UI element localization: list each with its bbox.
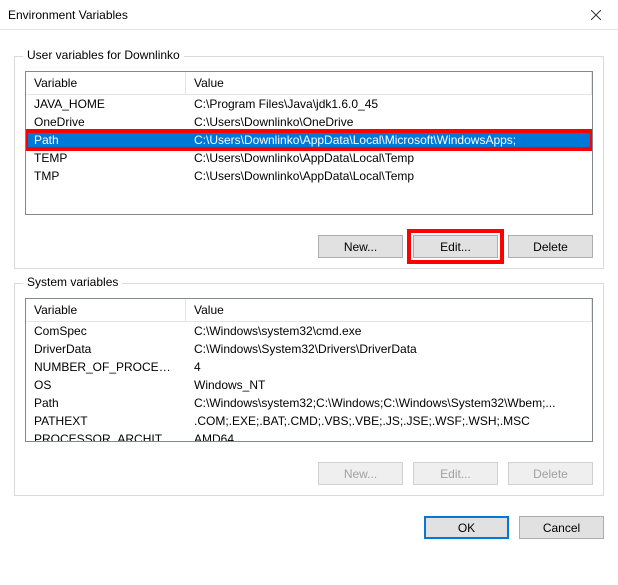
cell-value: Windows_NT [186,376,592,394]
cell-value: C:\Program Files\Java\jdk1.6.0_45 [186,95,592,113]
user-variables-group: User variables for Downlinko Variable Va… [14,56,604,269]
close-button[interactable] [573,0,618,30]
system-variables-list[interactable]: Variable Value ComSpec C:\Windows\system… [25,298,593,442]
list-header: Variable Value [26,299,592,322]
table-row[interactable]: TEMP C:\Users\Downlinko\AppData\Local\Te… [26,149,592,167]
cell-value: C:\Users\Downlinko\AppData\Local\Temp [186,149,592,167]
close-icon [591,10,601,20]
table-row[interactable]: TMP C:\Users\Downlinko\AppData\Local\Tem… [26,167,592,185]
cell-value: C:\Windows\system32\cmd.exe [186,322,592,340]
column-header-variable[interactable]: Variable [26,72,186,94]
system-delete-button[interactable]: Delete [508,462,593,485]
column-header-variable[interactable]: Variable [26,299,186,321]
cell-value: C:\Windows\System32\Drivers\DriverData [186,340,592,358]
user-variables-label: User variables for Downlinko [23,48,184,62]
cell-variable: PROCESSOR_ARCHITECTURE [26,430,186,442]
cell-variable: TEMP [26,149,186,167]
cancel-button[interactable]: Cancel [519,516,604,539]
cell-variable: NUMBER_OF_PROCESSORS [26,358,186,376]
system-variables-group: System variables Variable Value ComSpec … [14,283,604,496]
table-row[interactable]: Path C:\Windows\system32;C:\Windows;C:\W… [26,394,592,412]
system-button-row: New... Edit... Delete [25,462,593,485]
cell-variable: OS [26,376,186,394]
column-header-value[interactable]: Value [186,72,592,94]
window-title: Environment Variables [8,8,128,22]
table-row[interactable]: PROCESSOR_ARCHITECTURE AMD64 [26,430,592,442]
system-edit-button[interactable]: Edit... [413,462,498,485]
table-row[interactable]: ComSpec C:\Windows\system32\cmd.exe [26,322,592,340]
cell-variable: DriverData [26,340,186,358]
user-edit-button[interactable]: Edit... [413,235,498,258]
ok-button[interactable]: OK [424,516,509,539]
cell-variable: Path [26,394,186,412]
user-button-row: New... Edit... Delete [25,235,593,258]
cell-value: AMD64 [186,430,592,442]
user-variables-list[interactable]: Variable Value JAVA_HOME C:\Program File… [25,71,593,215]
cell-value: C:\Users\Downlinko\AppData\Local\Temp [186,167,592,185]
table-row[interactable]: DriverData C:\Windows\System32\Drivers\D… [26,340,592,358]
cell-value: .COM;.EXE;.BAT;.CMD;.VBS;.VBE;.JS;.JSE;.… [186,412,592,430]
cell-variable: ComSpec [26,322,186,340]
table-row[interactable]: OneDrive C:\Users\Downlinko\OneDrive [26,113,592,131]
cell-variable: TMP [26,167,186,185]
table-row[interactable]: PATHEXT .COM;.EXE;.BAT;.CMD;.VBS;.VBE;.J… [26,412,592,430]
system-new-button[interactable]: New... [318,462,403,485]
cell-value: C:\Windows\system32;C:\Windows;C:\Window… [186,394,592,412]
cell-value: C:\Users\Downlinko\OneDrive [186,113,592,131]
table-row[interactable]: OS Windows_NT [26,376,592,394]
cell-variable: JAVA_HOME [26,95,186,113]
system-variables-label: System variables [23,275,122,289]
cell-value: C:\Users\Downlinko\AppData\Local\Microso… [186,131,592,149]
titlebar: Environment Variables [0,0,618,30]
list-header: Variable Value [26,72,592,95]
table-row[interactable]: JAVA_HOME C:\Program Files\Java\jdk1.6.0… [26,95,592,113]
user-delete-button[interactable]: Delete [508,235,593,258]
column-header-value[interactable]: Value [186,299,592,321]
table-row[interactable]: NUMBER_OF_PROCESSORS 4 [26,358,592,376]
cell-variable: Path [26,131,186,149]
cell-value: 4 [186,358,592,376]
cell-variable: PATHEXT [26,412,186,430]
cell-variable: OneDrive [26,113,186,131]
table-row-selected[interactable]: Path C:\Users\Downlinko\AppData\Local\Mi… [26,131,592,149]
dialog-button-row: OK Cancel [0,506,618,553]
user-new-button[interactable]: New... [318,235,403,258]
